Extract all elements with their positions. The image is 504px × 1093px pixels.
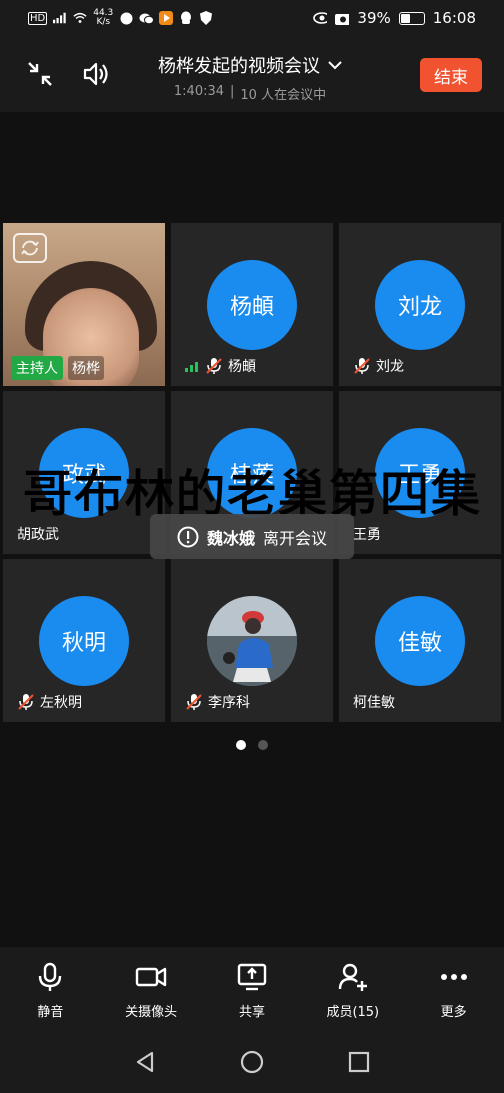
meeting-header: 杨桦发起的视频会议 1:40:34 | 10 人在会议中 结束 — [0, 44, 504, 106]
participant-count: 10 人在会议中 — [240, 88, 327, 103]
mic-off-icon — [18, 694, 34, 710]
avatar: 刘龙 — [375, 260, 465, 350]
mic-off-icon — [206, 358, 222, 374]
members-label: 成员(15) — [326, 1005, 380, 1020]
more-label: 更多 — [440, 1005, 467, 1020]
meeting-title: 杨桦发起的视频会议 — [158, 56, 320, 77]
members-button[interactable]: 成员(15) — [308, 961, 398, 1020]
microphone-icon — [39, 962, 62, 991]
video-tile[interactable]: 李序科 — [171, 559, 333, 722]
minimize-icon — [28, 62, 52, 86]
meeting-duration: 1:40:34 — [173, 84, 225, 99]
signal-icon — [53, 11, 67, 25]
status-bar: HD 44.3 K/s 39% 16:08 — [0, 0, 504, 36]
participant-name: 李序科 — [208, 695, 250, 711]
participant-name: 胡政武 — [17, 527, 59, 543]
home-icon[interactable] — [240, 1050, 264, 1074]
recents-icon[interactable] — [348, 1051, 370, 1073]
network-speed: 44.3 K/s — [93, 8, 114, 27]
toast-name: 魏冰娥 — [206, 528, 255, 548]
participant-name: 杨桦 — [68, 356, 104, 380]
share-button[interactable]: 共享 — [207, 961, 297, 1020]
participant-name: 左秋明 — [40, 695, 82, 711]
end-meeting-button[interactable]: 结束 — [420, 58, 482, 92]
camera-status-icon — [335, 11, 350, 25]
meeting-title-area[interactable]: 杨桦发起的视频会议 1:40:34 | 10 人在会议中 — [130, 52, 370, 103]
qq-icon — [179, 11, 193, 25]
host-badge: 主持人 — [11, 356, 63, 380]
video-tile[interactable]: 佳敏 柯佳敏 — [339, 559, 501, 722]
battery-percent: 39% — [357, 9, 391, 27]
info-icon — [177, 526, 199, 547]
page-dot[interactable] — [258, 740, 268, 750]
participant-name: 王勇 — [353, 527, 381, 543]
switch-camera-icon — [21, 240, 39, 256]
share-label: 共享 — [238, 1005, 265, 1020]
shield-icon — [199, 11, 213, 25]
page-dot-active[interactable] — [236, 740, 246, 750]
minimize-button[interactable] — [22, 56, 58, 92]
cyclist-photo-icon — [207, 596, 297, 686]
participant-name: 杨頔 — [228, 359, 256, 375]
video-tile[interactable]: 刘龙 刘龙 — [339, 223, 501, 386]
video-camera-icon — [135, 967, 167, 987]
speaker-button[interactable] — [78, 56, 114, 92]
participant-name: 柯佳敏 — [353, 695, 395, 711]
audio-level-icon — [185, 360, 198, 372]
page-indicator — [0, 740, 504, 750]
video-tile[interactable]: 杨頔 杨頔 — [171, 223, 333, 386]
wifi-icon — [73, 11, 87, 25]
wechat-icon — [139, 11, 154, 25]
camera-off-label: 关摄像头 — [125, 1005, 178, 1020]
clock: 16:08 — [432, 9, 476, 27]
video-tile-host[interactable]: 主持人 杨桦 — [3, 223, 165, 386]
add-member-icon — [338, 963, 367, 991]
switch-camera-button[interactable] — [13, 233, 47, 263]
avatar: 佳敏 — [375, 596, 465, 686]
video-tile[interactable]: 秋明 左秋明 — [3, 559, 165, 722]
eye-icon — [313, 11, 328, 25]
camera-off-button[interactable]: 关摄像头 — [106, 961, 196, 1020]
hd-indicator: HD — [28, 11, 48, 25]
toast-message: 离开会议 — [263, 528, 328, 548]
app-icon — [119, 11, 133, 25]
speaker-icon — [83, 62, 108, 86]
bottom-toolbar: 静音 关摄像头 共享 成员(15) 更多 — [0, 947, 504, 1027]
avatar: 杨頔 — [207, 260, 297, 350]
leave-toast: 魏冰娥 离开会议 — [150, 514, 354, 559]
more-icon — [440, 974, 467, 980]
more-button[interactable]: 更多 — [409, 961, 499, 1020]
battery-icon — [398, 11, 425, 25]
mute-button[interactable]: 静音 — [5, 961, 95, 1020]
mic-off-icon — [186, 694, 202, 710]
mute-label: 静音 — [37, 1005, 64, 1020]
separator: | — [230, 84, 235, 99]
chevron-down-icon — [328, 61, 342, 70]
profile-photo — [207, 596, 297, 686]
share-screen-icon — [237, 963, 267, 991]
back-icon[interactable] — [134, 1050, 156, 1074]
system-nav-bar — [0, 1030, 504, 1093]
mic-off-icon — [354, 358, 370, 374]
participant-name: 刘龙 — [376, 359, 404, 375]
avatar: 秋明 — [39, 596, 129, 686]
play-app-icon — [159, 11, 174, 25]
